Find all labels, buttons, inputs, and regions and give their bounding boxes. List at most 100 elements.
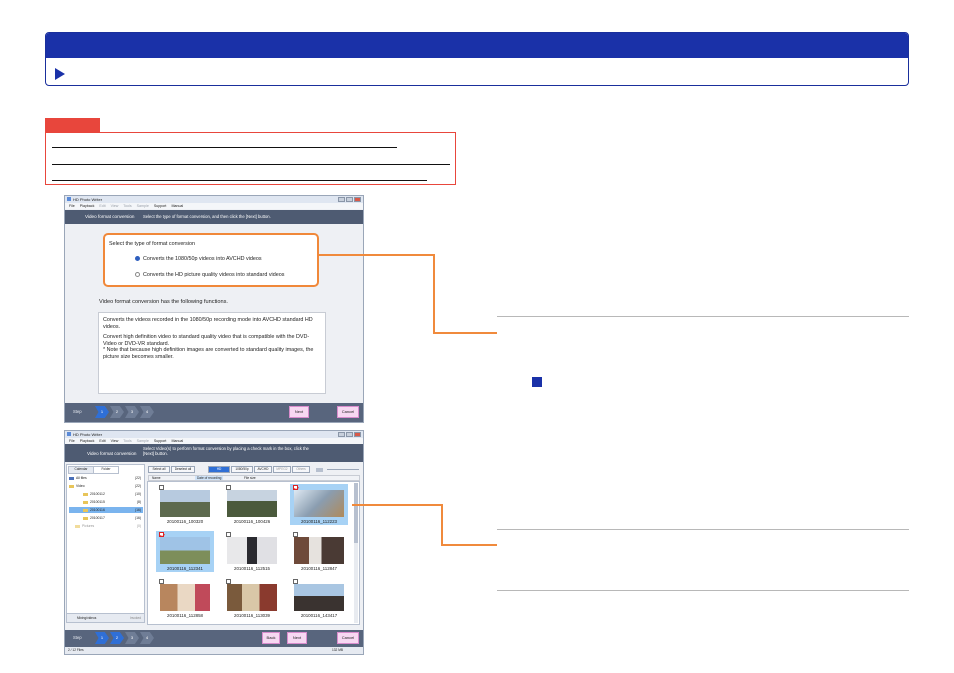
thumbnail-name: 20100116_112858	[167, 613, 203, 618]
step-1: 1	[95, 632, 109, 644]
option-hd-to-standard[interactable]: Converts the HD picture quality videos i…	[135, 272, 284, 278]
option-1080-50p[interactable]: Converts the 1080/50p videos into AVCHD …	[135, 256, 262, 262]
step-label: Step	[73, 635, 82, 640]
thumbnail-name: 20100116_100426	[233, 519, 271, 524]
close-button[interactable]	[354, 197, 361, 202]
video-thumbnail	[227, 584, 277, 611]
functions-heading: Video format conversion has the followin…	[99, 299, 228, 305]
filter-others[interactable]: Others	[292, 466, 310, 473]
thumbnail-name: 20100116_112223	[301, 519, 337, 524]
next-button[interactable]: Next	[289, 406, 309, 418]
tree-item-20100117[interactable]: 20100117 (16)	[83, 515, 141, 521]
tree-count: (22)	[134, 476, 141, 480]
folder-icon	[83, 500, 88, 504]
tab-invoked[interactable]: Invoked	[130, 614, 141, 622]
filter-hd[interactable]: HD	[208, 466, 230, 473]
tab-folder[interactable]: Folder	[93, 466, 119, 474]
app-icon	[67, 432, 71, 436]
menu-support[interactable]: Support	[154, 204, 167, 208]
tree-count: (8)	[136, 500, 141, 504]
step-label: Step	[73, 409, 82, 414]
video-thumbnail	[227, 490, 277, 517]
filter-mpeg2[interactable]: MPEG2	[273, 466, 291, 473]
thumbnail-item[interactable]: 20100116_112515	[223, 531, 281, 572]
filter-avchd[interactable]: AVCHD	[254, 466, 272, 473]
menu-tools[interactable]: Tools	[123, 204, 131, 208]
zoom-slider[interactable]	[327, 469, 359, 470]
header-instruction: Select the type of format conversion, an…	[143, 214, 271, 219]
tree-item-pictures[interactable]: Pictures (0)	[75, 523, 141, 529]
view-toggle-icon[interactable]	[316, 468, 323, 472]
close-button[interactable]	[354, 432, 361, 437]
sort-date[interactable]: Date of recording	[195, 476, 224, 480]
menu-support[interactable]: Support	[154, 439, 167, 443]
menu-playback[interactable]: Playback	[80, 204, 95, 208]
thumbnail-item[interactable]: 20100116_112341	[156, 531, 214, 572]
sort-size[interactable]: File size	[244, 476, 256, 480]
video-thumbnail	[294, 490, 344, 517]
minimize-button[interactable]	[338, 432, 345, 437]
tab-mixing-videos[interactable]: Mixing/videos	[77, 616, 96, 620]
radio-unselected-icon[interactable]	[135, 272, 140, 278]
maximize-button[interactable]	[346, 197, 353, 202]
header-title: Video format conversion	[87, 451, 137, 456]
deselect-all-button[interactable]: Deselect all	[171, 466, 195, 473]
thumbnail-item[interactable]: 20100116_113039	[223, 578, 281, 619]
function-description-box: Converts the videos recorded in the 1080…	[98, 312, 326, 394]
thumbnail-name: 20100116_113039	[234, 613, 270, 618]
menu-tools[interactable]: Tools	[123, 439, 131, 443]
tree-item-all-files[interactable]: All files (22)	[69, 475, 141, 481]
menu-sample[interactable]: Sample	[137, 204, 149, 208]
thumbnail-item[interactable]: 20100116_100426	[223, 484, 281, 525]
divider-line	[497, 529, 909, 530]
callout-connector-2	[352, 504, 442, 506]
tree-label: 20100116	[90, 508, 105, 512]
menu-view[interactable]: View	[111, 204, 119, 208]
video-thumbnail	[160, 584, 210, 611]
step-2: 2	[110, 632, 124, 644]
next-button[interactable]: Next	[287, 632, 307, 644]
thumbnail-item[interactable]: 20100116_100320	[156, 484, 214, 525]
thumbnail-grid: 20100116_100320 20100116_100426 20100116…	[147, 481, 360, 625]
cancel-button[interactable]: Cancel	[337, 632, 359, 644]
maximize-button[interactable]	[346, 432, 353, 437]
thumbnail-item[interactable]: 20100116_112858	[156, 578, 214, 619]
tree-item-20100116[interactable]: 20100116 (16)	[69, 507, 143, 513]
menu-edit[interactable]: Edit	[99, 439, 105, 443]
menu-manual[interactable]: Manual	[171, 439, 183, 443]
menu-sample[interactable]: Sample	[137, 439, 149, 443]
step-3: 3	[125, 632, 139, 644]
menu-file[interactable]: File	[69, 439, 75, 443]
note-text-line	[52, 180, 427, 181]
thumbnail-item[interactable]: 20100116_112847	[290, 531, 348, 572]
tree-label: Video	[76, 484, 85, 488]
menu-edit[interactable]: Edit	[99, 204, 105, 208]
select-all-button[interactable]: Select all	[148, 466, 170, 473]
minimize-button[interactable]	[338, 197, 345, 202]
tree-item-video[interactable]: Video (22)	[69, 483, 141, 489]
bullet-square-icon	[532, 377, 542, 387]
header-instruction: Select Video(s) to perform format conver…	[143, 446, 309, 456]
thumbnail-name: 20100116_112847	[301, 566, 337, 571]
tab-calendar[interactable]: Calendar	[68, 466, 94, 474]
tree-item-20100112[interactable]: 20100112 (10)	[83, 491, 141, 497]
sort-name[interactable]: Name	[152, 476, 161, 480]
window-controls	[338, 432, 361, 437]
menu-manual[interactable]: Manual	[171, 204, 183, 208]
thumbnail-item[interactable]: 20100116_112223	[290, 484, 348, 525]
cancel-button[interactable]: Cancel	[337, 406, 359, 418]
menu-file[interactable]: File	[69, 204, 75, 208]
tree-count: (22)	[134, 484, 141, 488]
window-title: HD Photo Writer	[73, 432, 103, 437]
menu-view[interactable]: View	[111, 439, 119, 443]
radio-selected-icon[interactable]	[135, 256, 140, 262]
menu-playback[interactable]: Playback	[80, 439, 95, 443]
divider-line	[497, 590, 909, 591]
scrollbar-thumb[interactable]	[354, 483, 358, 543]
tree-item-20100115[interactable]: 20100115 (8)	[83, 499, 141, 505]
thumbnail-name: 20100116_112341	[167, 566, 203, 571]
back-button[interactable]: Back	[262, 632, 280, 644]
thumbnail-item[interactable]: 20100116_143417	[290, 578, 348, 619]
step-navigation-bar: Step 1 2 3 4 Back Next Cancel	[65, 630, 363, 647]
filter-1080-50p[interactable]: 1080/50p	[231, 466, 253, 473]
